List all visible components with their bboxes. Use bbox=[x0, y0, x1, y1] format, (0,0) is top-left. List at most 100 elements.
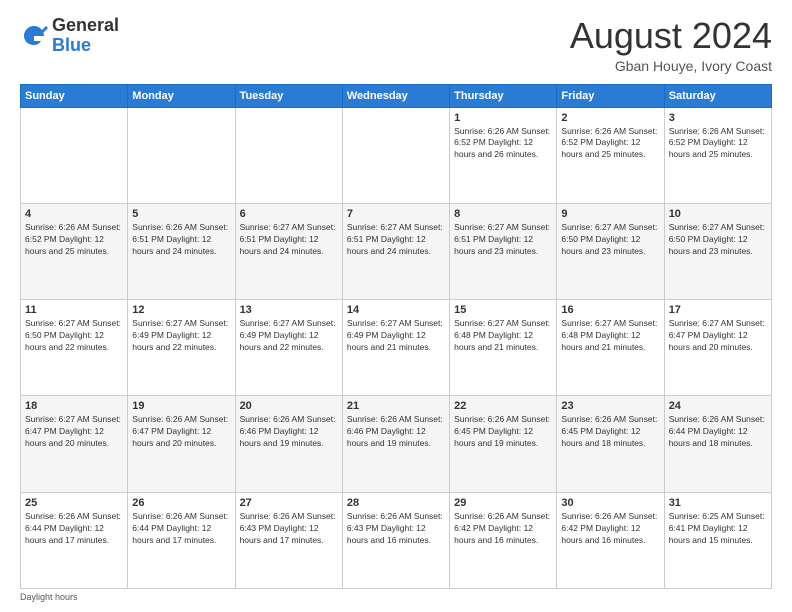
day-detail: Sunrise: 6:27 AM Sunset: 6:49 PM Dayligh… bbox=[240, 318, 338, 354]
calendar-cell: 31 Sunrise: 6:25 AM Sunset: 6:41 PM Dayli… bbox=[664, 492, 771, 588]
calendar-cell: 20Sunrise: 6:26 AM Sunset: 6:46 PM Dayli… bbox=[235, 396, 342, 492]
day-number: 12 bbox=[132, 304, 230, 316]
day-number: 21 bbox=[347, 400, 445, 412]
calendar-header: SundayMondayTuesdayWednesdayThursdayFrid… bbox=[21, 84, 772, 107]
calendar-cell bbox=[21, 107, 128, 203]
calendar-cell: 26 Sunrise: 6:26 AM Sunset: 6:44 PM Dayli… bbox=[128, 492, 235, 588]
day-number: 13 bbox=[240, 304, 338, 316]
day-detail: Sunrise: 6:27 AM Sunset: 6:49 PM Dayligh… bbox=[347, 318, 445, 354]
calendar-cell: 25 Sunrise: 6:26 AM Sunset: 6:44 PM Dayli… bbox=[21, 492, 128, 588]
day-detail: Sunrise: 6:26 AM Sunset: 6:52 PM Dayligh… bbox=[25, 222, 123, 258]
day-number: 6 bbox=[240, 208, 338, 220]
day-number: 7 bbox=[347, 208, 445, 220]
day-detail: Sunrise: 6:27 AM Sunset: 6:47 PM Dayligh… bbox=[669, 318, 767, 354]
week-row-0: 1Sunrise: 6:26 AM Sunset: 6:52 PM Daylig… bbox=[21, 107, 772, 203]
calendar-cell: 10 Sunrise: 6:27 AM Sunset: 6:50 PM Dayli… bbox=[664, 203, 771, 299]
day-detail: Sunrise: 6:27 AM Sunset: 6:50 PM Dayligh… bbox=[669, 222, 767, 258]
calendar-cell: 14 Sunrise: 6:27 AM Sunset: 6:49 PM Dayli… bbox=[342, 300, 449, 396]
day-detail: Sunrise: 6:25 AM Sunset: 6:41 PM Dayligh… bbox=[669, 511, 767, 547]
calendar-body: 1Sunrise: 6:26 AM Sunset: 6:52 PM Daylig… bbox=[21, 107, 772, 588]
day-detail: Sunrise: 6:26 AM Sunset: 6:46 PM Dayligh… bbox=[347, 414, 445, 450]
day-number: 28 bbox=[347, 497, 445, 509]
calendar-cell: 5Sunrise: 6:26 AM Sunset: 6:51 PM Daylig… bbox=[128, 203, 235, 299]
day-number: 10 bbox=[669, 208, 767, 220]
day-number: 25 bbox=[25, 497, 123, 509]
day-number: 4 bbox=[25, 208, 123, 220]
calendar-cell: 13 Sunrise: 6:27 AM Sunset: 6:49 PM Dayli… bbox=[235, 300, 342, 396]
calendar-cell bbox=[342, 107, 449, 203]
footer-note: Daylight hours bbox=[20, 589, 772, 602]
day-detail: Sunrise: 6:27 AM Sunset: 6:48 PM Dayligh… bbox=[454, 318, 552, 354]
location: Gban Houye, Ivory Coast bbox=[570, 58, 772, 74]
calendar-cell: 3Sunrise: 6:26 AM Sunset: 6:52 PM Daylig… bbox=[664, 107, 771, 203]
logo-icon bbox=[20, 22, 48, 50]
calendar-cell: 17 Sunrise: 6:27 AM Sunset: 6:47 PM Dayli… bbox=[664, 300, 771, 396]
weekday-header-sunday: Sunday bbox=[21, 84, 128, 107]
day-number: 27 bbox=[240, 497, 338, 509]
day-number: 22 bbox=[454, 400, 552, 412]
logo-blue-text: Blue bbox=[52, 35, 91, 55]
week-row-4: 25 Sunrise: 6:26 AM Sunset: 6:44 PM Dayli… bbox=[21, 492, 772, 588]
day-number: 18 bbox=[25, 400, 123, 412]
day-number: 26 bbox=[132, 497, 230, 509]
calendar-cell: 22 Sunrise: 6:26 AM Sunset: 6:45 PM Dayli… bbox=[450, 396, 557, 492]
calendar-cell: 23 Sunrise: 6:26 AM Sunset: 6:45 PM Dayli… bbox=[557, 396, 664, 492]
calendar-cell: 2Sunrise: 6:26 AM Sunset: 6:52 PM Daylig… bbox=[557, 107, 664, 203]
day-detail: Sunrise: 6:27 AM Sunset: 6:49 PM Dayligh… bbox=[132, 318, 230, 354]
calendar-cell: 1Sunrise: 6:26 AM Sunset: 6:52 PM Daylig… bbox=[450, 107, 557, 203]
day-number: 30 bbox=[561, 497, 659, 509]
calendar-cell: 12 Sunrise: 6:27 AM Sunset: 6:49 PM Dayli… bbox=[128, 300, 235, 396]
weekday-header-wednesday: Wednesday bbox=[342, 84, 449, 107]
day-detail: Sunrise: 6:27 AM Sunset: 6:50 PM Dayligh… bbox=[25, 318, 123, 354]
calendar-cell bbox=[128, 107, 235, 203]
day-number: 3 bbox=[669, 112, 767, 124]
day-detail: Sunrise: 6:27 AM Sunset: 6:51 PM Dayligh… bbox=[454, 222, 552, 258]
day-detail: Sunrise: 6:26 AM Sunset: 6:44 PM Dayligh… bbox=[669, 414, 767, 450]
day-detail: Sunrise: 6:26 AM Sunset: 6:45 PM Dayligh… bbox=[561, 414, 659, 450]
logo-text: General Blue bbox=[52, 16, 119, 56]
week-row-1: 4 Sunrise: 6:26 AM Sunset: 6:52 PM Daylig… bbox=[21, 203, 772, 299]
calendar-cell: 4 Sunrise: 6:26 AM Sunset: 6:52 PM Daylig… bbox=[21, 203, 128, 299]
day-detail: Sunrise: 6:26 AM Sunset: 6:51 PM Dayligh… bbox=[132, 222, 230, 258]
day-detail: Sunrise: 6:26 AM Sunset: 6:44 PM Dayligh… bbox=[132, 511, 230, 547]
day-detail: Sunrise: 6:26 AM Sunset: 6:43 PM Dayligh… bbox=[240, 511, 338, 547]
day-number: 17 bbox=[669, 304, 767, 316]
day-number: 31 bbox=[669, 497, 767, 509]
calendar-cell: 18 Sunrise: 6:27 AM Sunset: 6:47 PM Dayli… bbox=[21, 396, 128, 492]
day-number: 11 bbox=[25, 304, 123, 316]
calendar-cell bbox=[235, 107, 342, 203]
calendar-cell: 29Sunrise: 6:26 AM Sunset: 6:42 PM Dayli… bbox=[450, 492, 557, 588]
day-detail: Sunrise: 6:27 AM Sunset: 6:51 PM Dayligh… bbox=[240, 222, 338, 258]
day-detail: Sunrise: 6:26 AM Sunset: 6:52 PM Dayligh… bbox=[454, 126, 552, 162]
calendar-cell: 8Sunrise: 6:27 AM Sunset: 6:51 PM Daylig… bbox=[450, 203, 557, 299]
day-number: 24 bbox=[669, 400, 767, 412]
week-row-2: 11 Sunrise: 6:27 AM Sunset: 6:50 PM Dayli… bbox=[21, 300, 772, 396]
calendar-table: SundayMondayTuesdayWednesdayThursdayFrid… bbox=[20, 84, 772, 589]
day-number: 2 bbox=[561, 112, 659, 124]
day-detail: Sunrise: 6:27 AM Sunset: 6:47 PM Dayligh… bbox=[25, 414, 123, 450]
month-title: August 2024 bbox=[570, 16, 772, 56]
calendar: SundayMondayTuesdayWednesdayThursdayFrid… bbox=[20, 84, 772, 589]
calendar-cell: 9Sunrise: 6:27 AM Sunset: 6:50 PM Daylig… bbox=[557, 203, 664, 299]
day-detail: Sunrise: 6:27 AM Sunset: 6:51 PM Dayligh… bbox=[347, 222, 445, 258]
header: General Blue August 2024 Gban Houye, Ivo… bbox=[20, 16, 772, 74]
logo: General Blue bbox=[20, 16, 119, 56]
day-number: 23 bbox=[561, 400, 659, 412]
calendar-cell: 6 Sunrise: 6:27 AM Sunset: 6:51 PM Daylig… bbox=[235, 203, 342, 299]
page: General Blue August 2024 Gban Houye, Ivo… bbox=[0, 0, 792, 612]
calendar-cell: 19Sunrise: 6:26 AM Sunset: 6:47 PM Dayli… bbox=[128, 396, 235, 492]
day-number: 16 bbox=[561, 304, 659, 316]
logo-general-text: General bbox=[52, 15, 119, 35]
calendar-cell: 30Sunrise: 6:26 AM Sunset: 6:42 PM Dayli… bbox=[557, 492, 664, 588]
weekday-header-tuesday: Tuesday bbox=[235, 84, 342, 107]
day-number: 15 bbox=[454, 304, 552, 316]
calendar-cell: 28 Sunrise: 6:26 AM Sunset: 6:43 PM Dayli… bbox=[342, 492, 449, 588]
title-block: August 2024 Gban Houye, Ivory Coast bbox=[570, 16, 772, 74]
day-detail: Sunrise: 6:26 AM Sunset: 6:43 PM Dayligh… bbox=[347, 511, 445, 547]
calendar-cell: 7 Sunrise: 6:27 AM Sunset: 6:51 PM Daylig… bbox=[342, 203, 449, 299]
calendar-cell: 15 Sunrise: 6:27 AM Sunset: 6:48 PM Dayli… bbox=[450, 300, 557, 396]
day-detail: Sunrise: 6:26 AM Sunset: 6:45 PM Dayligh… bbox=[454, 414, 552, 450]
calendar-cell: 24 Sunrise: 6:26 AM Sunset: 6:44 PM Dayli… bbox=[664, 396, 771, 492]
day-detail: Sunrise: 6:26 AM Sunset: 6:44 PM Dayligh… bbox=[25, 511, 123, 547]
day-number: 14 bbox=[347, 304, 445, 316]
